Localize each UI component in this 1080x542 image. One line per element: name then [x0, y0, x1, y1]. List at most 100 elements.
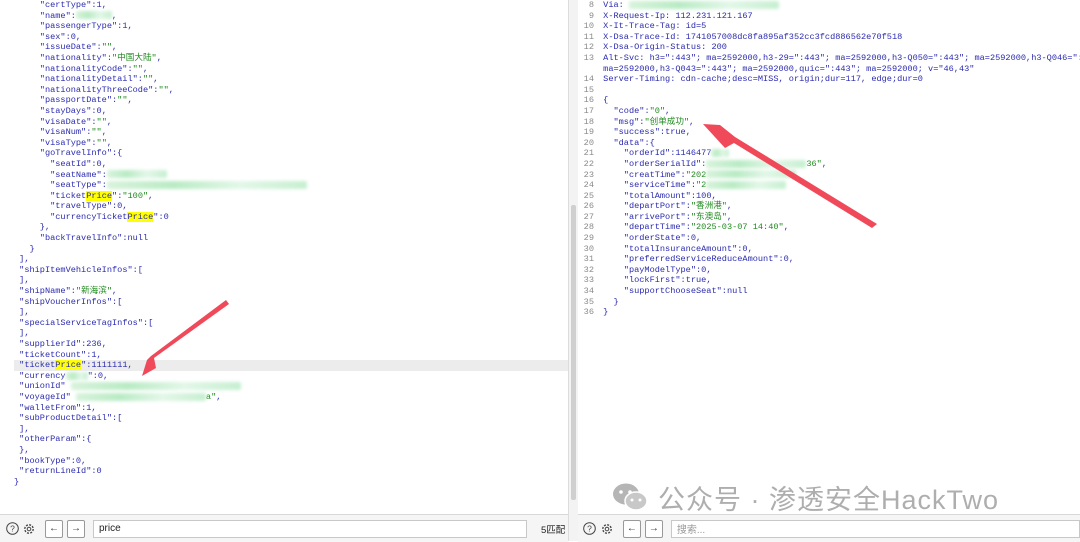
code-line: "travelType":0, [14, 201, 568, 212]
code-token: :[ [142, 317, 154, 328]
previous-match-button[interactable]: ← [45, 519, 63, 538]
arrow-right-icon: → [71, 523, 81, 534]
code-token: "nationalityThreeCode" [39, 84, 154, 95]
code-line: }, [14, 222, 568, 233]
code-line: "visaType":"", [14, 138, 568, 149]
response-json-code[interactable]: 8 Via: 9 X-Request-Ip: 112.231.121.167 10… [578, 0, 1080, 514]
line-number: 26 [583, 201, 594, 212]
code-token: , [127, 95, 133, 106]
code-token: "visaType" [39, 137, 92, 148]
gear-icon[interactable] [599, 521, 615, 537]
response-pane[interactable]: 8 Via: 9 X-Request-Ip: 112.231.121.167 10… [578, 0, 1080, 514]
scrollbar-thumb[interactable] [571, 205, 576, 500]
code-line: "nationalityCode":"", [14, 64, 568, 75]
code-line: "bookType":0, [14, 456, 568, 467]
code-token: ], [14, 254, 30, 265]
code-line: "nationalityDetail":"", [14, 74, 568, 85]
code-token: "" [91, 127, 102, 138]
code-token: }, [14, 222, 51, 233]
code-line: "sex":0, [14, 32, 568, 43]
code-line: 13 Alt-Svc: h3=":443"; ma=2592000,h3-29=… [580, 53, 1080, 64]
code-line: "seatType": [14, 180, 568, 191]
next-match-button[interactable]: → [67, 519, 85, 538]
code-line: "stayDays":0, [14, 106, 568, 117]
code-token: "" [142, 74, 154, 85]
code-token: } [14, 476, 20, 487]
search-input[interactable]: 搜索... [670, 519, 1080, 538]
next-match-button[interactable]: → [644, 519, 663, 538]
code-token: "issueDate" [39, 42, 97, 53]
request-body-pane[interactable]: "certType":1, "name":, "passengerType":1… [0, 0, 568, 514]
code-token: :0, [91, 158, 107, 169]
code-token: :0, [778, 254, 794, 265]
previous-match-button[interactable]: ← [622, 519, 641, 538]
code-line: "certType":1, [14, 0, 568, 11]
code-token: , [156, 52, 162, 63]
code-token: ma=2592000,h3-Q043=":443"; ma=2592000,qu… [598, 63, 975, 74]
code-line: 28 "departTime":"2025-03-07 14:40", [580, 222, 1080, 233]
code-line: 20 "data":{ [580, 138, 1080, 149]
line-number: 31 [583, 254, 594, 265]
search-input[interactable]: price [93, 519, 527, 538]
code-line: "ticketCount":1, [14, 350, 568, 361]
code-token: :[ [112, 296, 123, 307]
search-input-placeholder: 搜索... [676, 525, 706, 536]
code-token: "walletFrom" [19, 402, 82, 413]
code-token: :1, [91, 0, 107, 10]
code-token: "payModelType" [623, 264, 696, 275]
code-token: :0, [737, 243, 753, 254]
code-line: "shipItemVehicleInfos":[ [14, 265, 568, 276]
code-token: ], [14, 307, 30, 318]
line-number: 22 [583, 158, 594, 169]
code-token: :{ [112, 148, 123, 159]
code-token: "orderSerialId" [623, 158, 702, 169]
redacted-value [628, 0, 779, 9]
code-token: "unionId" [19, 381, 66, 392]
code-token: , [153, 74, 159, 85]
right-search-bar: ? ← → 搜索... [578, 514, 1080, 542]
code-token: "backTravelInfo" [39, 233, 123, 244]
code-token: :null [721, 286, 748, 297]
code-token: } [14, 243, 35, 254]
code-token: "nationalityCode" [39, 63, 128, 74]
code-token: "subProductDetail" [19, 413, 112, 424]
request-json-code[interactable]: "certType":1, "name":, "passengerType":1… [0, 0, 568, 514]
code-token: "voyageId" [19, 391, 71, 402]
line-number: 35 [583, 296, 594, 307]
code-line: "passengerType":1, [14, 21, 568, 32]
code-token: :1111111, [86, 360, 133, 371]
help-icon[interactable]: ? [4, 521, 20, 537]
code-token: "" [96, 137, 107, 148]
code-token: "" [117, 95, 128, 106]
line-number: 33 [583, 275, 594, 286]
help-icon[interactable]: ? [582, 521, 598, 537]
code-line: 26 "departPort":"香洲港", [580, 201, 1080, 212]
line-number: 10 [583, 21, 594, 32]
code-token: :true, [680, 275, 712, 286]
gear-icon[interactable] [21, 521, 37, 537]
arrow-left-icon: ← [49, 523, 59, 534]
code-token: :1, [81, 402, 97, 413]
code-line: 23 "creatTime":"202 [580, 170, 1080, 181]
code-token: X-Request-Ip: 112.231.121.167 [598, 10, 753, 21]
code-token: "shipName" [19, 286, 71, 297]
code-token: "data" [613, 137, 645, 148]
code-token: X-Dsa-Origin-Status: 200 [598, 42, 727, 53]
code-token: :null [122, 233, 149, 244]
code-token: "otherParam" [19, 434, 82, 445]
code-token: "totalInsuranceAmount" [623, 243, 738, 254]
code-line: 32 "payModelType":0, [580, 265, 1080, 276]
code-token: :0, [92, 370, 109, 381]
left-search-bar: ? ← → price 5匹配 [0, 514, 568, 542]
code-token: "code" [613, 105, 645, 116]
code-token: Via: [598, 0, 629, 10]
code-token: , [148, 190, 154, 201]
code-token: "新海滨" [75, 286, 113, 297]
code-token: Server-Timing: cdn-cache;desc=MISS, orig… [598, 74, 923, 85]
code-token: a" [205, 391, 217, 402]
code-token: , [821, 158, 827, 169]
